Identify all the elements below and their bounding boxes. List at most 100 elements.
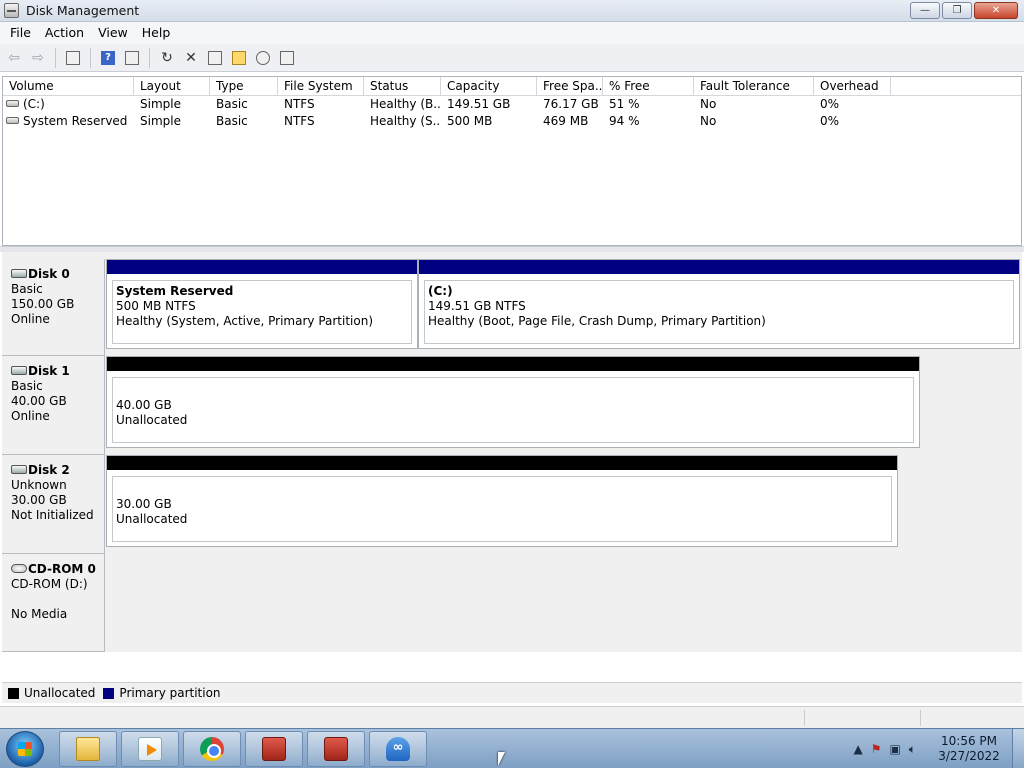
volume-capacity: 149.51 GB bbox=[447, 97, 511, 111]
refresh-icon[interactable]: ↻ bbox=[156, 47, 178, 69]
taskbar-toolbox-button[interactable] bbox=[307, 731, 365, 767]
column-overhead[interactable]: Overhead bbox=[814, 77, 891, 95]
disk-row-cdrom: CD-ROM 0 CD-ROM (D:) No Media bbox=[2, 554, 1022, 652]
start-button[interactable] bbox=[6, 731, 44, 767]
column-status[interactable]: Status bbox=[364, 77, 441, 95]
volume-free-space: 76.17 GB bbox=[543, 97, 599, 111]
mouse-cursor-icon bbox=[498, 752, 505, 766]
table-row[interactable]: System Reserved Simple Basic NTFS Health… bbox=[3, 113, 1021, 130]
column-capacity[interactable]: Capacity bbox=[441, 77, 537, 95]
volume-status: Healthy (B... bbox=[370, 97, 441, 111]
media-player-icon bbox=[138, 737, 162, 761]
volume-percent-free: 94 % bbox=[609, 114, 640, 128]
disk-type: CD-ROM (D:) bbox=[11, 577, 88, 591]
open-folder-icon[interactable] bbox=[228, 47, 250, 69]
disk-state: No Media bbox=[11, 607, 68, 621]
partition-status: Healthy (System, Active, Primary Partiti… bbox=[116, 314, 374, 328]
disk-name: CD-ROM 0 bbox=[28, 562, 96, 576]
disk-row-2: Disk 2 Unknown 30.00 GB Not Initialized … bbox=[2, 455, 1022, 554]
volume-overhead: 0% bbox=[820, 97, 840, 111]
show-desktop-button[interactable] bbox=[1012, 729, 1024, 768]
column-layout[interactable]: Layout bbox=[134, 77, 210, 95]
legend-item-unallocated: Unallocated bbox=[8, 686, 95, 700]
clock[interactable]: 10:56 PM 3/27/2022 bbox=[926, 734, 1012, 764]
taskbar-cloud-button[interactable]: ∞ bbox=[369, 731, 427, 767]
close-button[interactable]: ✕ bbox=[974, 2, 1018, 19]
disk-label[interactable]: Disk 1 Basic 40.00 GB Online bbox=[2, 356, 105, 455]
rescan-disks-icon[interactable] bbox=[276, 47, 298, 69]
disk-icon bbox=[11, 269, 27, 278]
title-bar: Disk Management — ❐ ✕ bbox=[0, 0, 1024, 22]
column-percent-free[interactable]: % Free bbox=[603, 77, 694, 95]
disk-icon bbox=[11, 465, 27, 474]
properties-icon[interactable] bbox=[204, 47, 226, 69]
clock-time: 10:56 PM bbox=[941, 734, 997, 748]
disk-panel: Disk 0 Basic 150.00 GB Online System Res… bbox=[2, 252, 1022, 652]
properties-pane-icon[interactable] bbox=[121, 47, 143, 69]
legend-label: Unallocated bbox=[24, 686, 96, 700]
column-type[interactable]: Type bbox=[210, 77, 278, 95]
help-icon[interactable]: ? bbox=[97, 47, 119, 69]
partition-status: Unallocated bbox=[116, 413, 188, 427]
minimize-button[interactable]: — bbox=[910, 2, 940, 19]
volume-layout: Simple bbox=[140, 97, 181, 111]
volume-fault-tolerance: No bbox=[700, 114, 717, 128]
disk-size: 150.00 GB bbox=[11, 297, 75, 311]
table-row[interactable]: (C:) Simple Basic NTFS Healthy (B... 149… bbox=[3, 96, 1021, 113]
taskbar-media-player-button[interactable] bbox=[121, 731, 179, 767]
forward-icon[interactable]: ⇨ bbox=[27, 47, 49, 69]
menu-file[interactable]: File bbox=[3, 22, 38, 44]
cloud-download-icon: ∞ bbox=[386, 737, 410, 761]
disk-label[interactable]: Disk 2 Unknown 30.00 GB Not Initialized bbox=[2, 455, 105, 554]
partition-size: 40.00 GB bbox=[116, 398, 172, 412]
delete-icon[interactable]: ✕ bbox=[180, 47, 202, 69]
disk-label[interactable]: Disk 0 Basic 150.00 GB Online bbox=[2, 259, 105, 356]
volume-name: (C:) bbox=[23, 97, 45, 111]
back-icon[interactable]: ⇦ bbox=[3, 47, 25, 69]
partition-size: 149.51 GB NTFS bbox=[428, 299, 526, 313]
volume-type: Basic bbox=[216, 114, 248, 128]
menu-view[interactable]: View bbox=[91, 22, 135, 44]
menu-action[interactable]: Action bbox=[38, 22, 91, 44]
unallocated-bar bbox=[107, 456, 897, 470]
volume-fault-tolerance: No bbox=[700, 97, 717, 111]
volume-icon[interactable]: 🔈︎ bbox=[909, 742, 916, 757]
explore-icon[interactable] bbox=[252, 47, 274, 69]
disk-label[interactable]: CD-ROM 0 CD-ROM (D:) No Media bbox=[2, 554, 105, 652]
show-hidden-icons-icon[interactable]: ▲ bbox=[853, 742, 862, 756]
status-bar-divider bbox=[804, 710, 805, 726]
unallocated-space[interactable]: 40.00 GB Unallocated bbox=[106, 356, 920, 448]
drive-icon bbox=[6, 100, 19, 107]
partition-system-reserved[interactable]: System Reserved 500 MB NTFS Healthy (Sys… bbox=[106, 259, 418, 349]
menu-help[interactable]: Help bbox=[135, 22, 178, 44]
column-fault-tolerance[interactable]: Fault Tolerance bbox=[694, 77, 814, 95]
window-title: Disk Management bbox=[26, 3, 140, 18]
toolbox-icon bbox=[262, 737, 286, 761]
taskbar-explorer-button[interactable] bbox=[59, 731, 117, 767]
toolbar-separator bbox=[55, 47, 56, 68]
clock-date: 3/27/2022 bbox=[938, 749, 1000, 763]
toolbar-separator bbox=[149, 47, 150, 68]
status-bar bbox=[0, 706, 1024, 728]
disk-row-1: Disk 1 Basic 40.00 GB Online 40.00 GB Un… bbox=[2, 356, 1022, 455]
chrome-icon bbox=[200, 737, 224, 761]
partition-name: System Reserved bbox=[116, 284, 234, 298]
column-free-space[interactable]: Free Spa... bbox=[537, 77, 603, 95]
unallocated-space[interactable]: 30.00 GB Unallocated bbox=[106, 455, 898, 547]
volume-overhead: 0% bbox=[820, 114, 840, 128]
column-volume[interactable]: Volume bbox=[3, 77, 134, 95]
disk-type: Unknown bbox=[11, 478, 67, 492]
disk-row-0: Disk 0 Basic 150.00 GB Online System Res… bbox=[2, 259, 1022, 356]
taskbar-chrome-button[interactable] bbox=[183, 731, 241, 767]
action-center-icon[interactable]: ⚑ bbox=[871, 742, 882, 756]
network-icon[interactable]: ▣ bbox=[889, 742, 900, 756]
column-file-system[interactable]: File System bbox=[278, 77, 364, 95]
disk-size: 30.00 GB bbox=[11, 493, 67, 507]
taskbar-toolbox-button[interactable] bbox=[245, 731, 303, 767]
volume-file-system: NTFS bbox=[284, 97, 315, 111]
partition-c-drive[interactable]: (C:) 149.51 GB NTFS Healthy (Boot, Page … bbox=[418, 259, 1020, 349]
maximize-button[interactable]: ❐ bbox=[942, 2, 972, 19]
show-hide-console-tree-icon[interactable] bbox=[62, 47, 84, 69]
volume-file-system: NTFS bbox=[284, 114, 315, 128]
legend-swatch bbox=[8, 687, 19, 699]
